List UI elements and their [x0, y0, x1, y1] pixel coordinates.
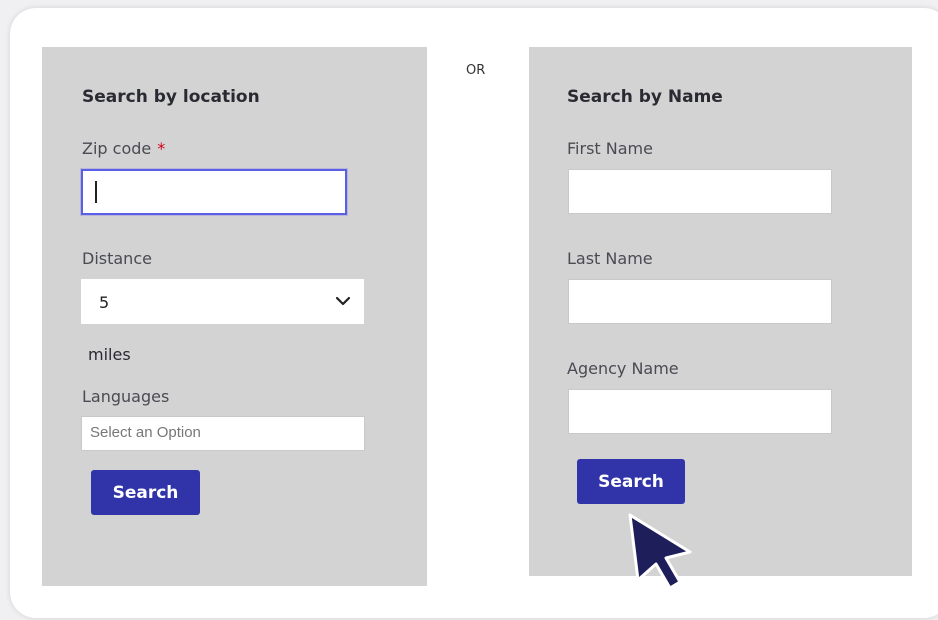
distance-label: Distance	[82, 249, 152, 268]
agency-name-input[interactable]	[568, 389, 832, 434]
languages-select[interactable]: Select an Option	[81, 416, 365, 451]
zip-code-input[interactable]	[81, 169, 347, 215]
zip-code-label-text: Zip code	[82, 139, 152, 158]
distance-unit-label: miles	[88, 345, 131, 364]
languages-placeholder: Select an Option	[90, 424, 201, 441]
first-name-label: First Name	[567, 139, 653, 158]
last-name-label: Last Name	[567, 249, 653, 268]
last-name-input[interactable]	[568, 279, 832, 324]
zip-code-label: Zip code *	[82, 139, 165, 158]
location-search-button[interactable]: Search	[91, 470, 200, 515]
distance-select[interactable]: 5	[81, 279, 364, 324]
mouse-pointer-icon	[628, 513, 692, 590]
agency-name-label: Agency Name	[567, 359, 679, 378]
name-search-button[interactable]: Search	[577, 459, 685, 504]
first-name-input[interactable]	[568, 169, 832, 214]
text-caret	[95, 181, 97, 203]
or-separator: OR	[466, 63, 486, 78]
required-asterisk: *	[157, 139, 166, 158]
languages-label: Languages	[82, 387, 170, 406]
chevron-down-icon	[335, 296, 351, 306]
distance-select-value: 5	[99, 293, 110, 312]
name-search-heading: Search by Name	[567, 87, 723, 107]
location-search-heading: Search by location	[82, 87, 260, 107]
